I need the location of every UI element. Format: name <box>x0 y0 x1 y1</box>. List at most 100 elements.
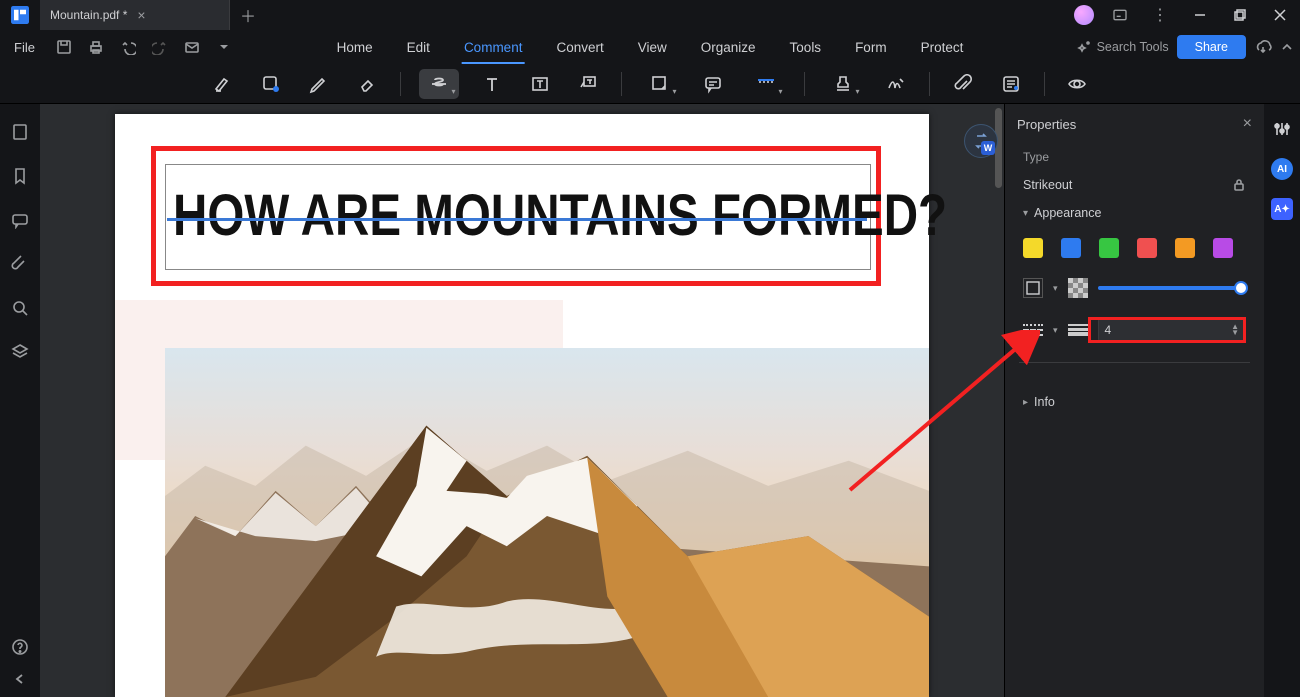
notification-icon[interactable] <box>1100 0 1140 30</box>
text-box-icon[interactable] <box>525 69 555 99</box>
color-purple[interactable] <box>1213 238 1233 258</box>
color-orange[interactable] <box>1175 238 1195 258</box>
new-tab-button[interactable]: ＋ <box>230 0 266 30</box>
search-tools[interactable]: Search Tools <box>1077 40 1169 54</box>
minimize-icon[interactable] <box>1180 0 1220 30</box>
stamp-tool-icon[interactable]: ▾ <box>823 69 863 99</box>
main-tabs: Home Edit Comment Convert View Organize … <box>335 30 966 64</box>
close-tab-icon[interactable]: × <box>137 7 145 23</box>
window-close-icon[interactable] <box>1260 0 1300 30</box>
document-tab-title: Mountain.pdf * <box>50 8 127 22</box>
hide-comments-icon[interactable] <box>1063 69 1093 99</box>
strikeout-tool-icon[interactable]: ▾ <box>419 69 459 99</box>
thumbnails-icon[interactable] <box>10 122 30 142</box>
mail-icon[interactable] <box>183 38 201 56</box>
tab-comment[interactable]: Comment <box>462 30 525 64</box>
comments-list-icon[interactable] <box>996 69 1026 99</box>
bookmarks-icon[interactable] <box>10 166 30 186</box>
attachments-icon[interactable] <box>10 254 30 274</box>
chevron-down-icon[interactable]: ▾ <box>1053 283 1058 294</box>
color-yellow[interactable] <box>1023 238 1043 258</box>
word-badge-icon: W <box>981 141 995 155</box>
help-icon[interactable] <box>10 637 30 657</box>
slider-thumb[interactable] <box>1234 281 1248 295</box>
search-icon[interactable] <box>10 298 30 318</box>
appearance-header[interactable]: Appearance <box>1023 206 1246 220</box>
area-highlight-icon[interactable] <box>256 69 286 99</box>
note-tool-icon[interactable]: ▾ <box>640 69 680 99</box>
measure-tool-icon[interactable]: ▾ <box>746 69 786 99</box>
quick-access <box>55 38 233 56</box>
document-tab[interactable]: Mountain.pdf * × <box>40 0 230 30</box>
properties-header: Properties × <box>1005 104 1264 144</box>
thickness-input[interactable]: 4 ▲▼ <box>1098 318 1246 342</box>
separator <box>621 72 622 96</box>
signature-tool-icon[interactable] <box>881 69 911 99</box>
window-controls: ⋮ <box>1074 0 1300 30</box>
close-panel-icon[interactable]: × <box>1243 115 1252 133</box>
separator <box>1044 72 1045 96</box>
properties-title: Properties <box>1017 117 1076 132</box>
layers-icon[interactable] <box>10 342 30 362</box>
settings-sliders-icon[interactable] <box>1271 118 1293 140</box>
cloud-sync-icon[interactable] <box>1254 38 1272 56</box>
ai-assistant-icon[interactable]: AI <box>1271 158 1293 180</box>
maximize-icon[interactable] <box>1220 0 1260 30</box>
undo-icon[interactable] <box>119 38 137 56</box>
type-label: Type <box>1023 150 1246 164</box>
separator <box>804 72 805 96</box>
tab-home[interactable]: Home <box>335 30 375 64</box>
separator <box>400 72 401 96</box>
save-icon[interactable] <box>55 38 73 56</box>
fill-color-button[interactable] <box>1023 278 1043 298</box>
tab-convert[interactable]: Convert <box>554 30 605 64</box>
line-thickness-icon[interactable] <box>1068 324 1088 336</box>
attachment-tool-icon[interactable] <box>948 69 978 99</box>
ai-enhance-icon[interactable]: A✦ <box>1271 198 1293 220</box>
text-tool-icon[interactable] <box>477 69 507 99</box>
properties-panel: Properties × Type Strikeout Appearance ▾ <box>1004 104 1264 697</box>
comment-toolbar: ▾ ▾ ▾ ▾ <box>0 64 1300 104</box>
collapse-up-icon[interactable] <box>1280 40 1294 54</box>
color-red[interactable] <box>1137 238 1157 258</box>
eraser-tool-icon[interactable] <box>352 69 382 99</box>
pdf-page: HOW ARE MOUNTAINS FORMED? <box>115 114 929 697</box>
document-canvas[interactable]: HOW ARE MOUNTAINS FORMED? <box>40 104 1004 697</box>
redo-icon[interactable] <box>151 38 169 56</box>
lock-icon[interactable] <box>1232 178 1246 192</box>
search-placeholder: Search Tools <box>1097 40 1169 54</box>
annotations-icon[interactable] <box>10 210 30 230</box>
info-header[interactable]: Info <box>1023 395 1246 409</box>
line-style-button[interactable] <box>1023 324 1043 336</box>
qa-dropdown-icon[interactable] <box>215 38 233 56</box>
right-sidebar: AI A✦ <box>1264 104 1300 697</box>
pencil-tool-icon[interactable] <box>304 69 334 99</box>
tab-edit[interactable]: Edit <box>405 30 432 64</box>
user-avatar[interactable] <box>1074 5 1094 25</box>
tab-form[interactable]: Form <box>853 30 889 64</box>
tab-protect[interactable]: Protect <box>919 30 966 64</box>
file-menu[interactable]: File <box>8 36 41 59</box>
color-blue[interactable] <box>1061 238 1081 258</box>
title-bar: Mountain.pdf * × ＋ ⋮ <box>0 0 1300 30</box>
opacity-checker-icon <box>1068 278 1088 298</box>
callout-icon[interactable] <box>573 69 603 99</box>
collapse-left-icon[interactable] <box>10 669 30 689</box>
more-icon[interactable]: ⋮ <box>1140 0 1180 30</box>
tab-organize[interactable]: Organize <box>699 30 758 64</box>
spinner-icons[interactable]: ▲▼ <box>1231 324 1239 336</box>
tab-view[interactable]: View <box>636 30 669 64</box>
type-value: Strikeout <box>1023 178 1072 192</box>
color-swatches <box>1023 238 1246 258</box>
chevron-down-icon[interactable]: ▾ <box>1053 325 1058 336</box>
color-green[interactable] <box>1099 238 1119 258</box>
share-button[interactable]: Share <box>1177 35 1246 59</box>
tab-tools[interactable]: Tools <box>788 30 824 64</box>
comment-tool-icon[interactable] <box>698 69 728 99</box>
convert-badge[interactable]: W <box>964 124 998 158</box>
menu-right-tools: Search Tools Share <box>1077 30 1294 64</box>
mountain-photo <box>165 348 929 697</box>
highlight-tool-icon[interactable] <box>208 69 238 99</box>
print-icon[interactable] <box>87 38 105 56</box>
opacity-slider[interactable] <box>1098 286 1246 290</box>
